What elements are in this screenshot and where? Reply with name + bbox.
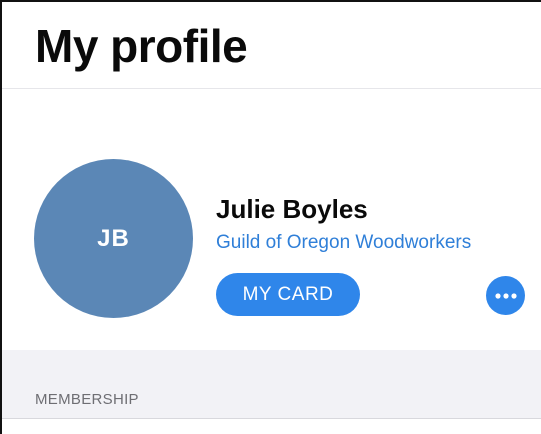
my-card-button[interactable]: MY CARD: [216, 273, 360, 316]
membership-section-label: MEMBERSHIP: [35, 391, 139, 408]
profile-screen: My profile JB Julie Boyles Guild of Oreg…: [0, 0, 541, 434]
avatar-initials: JB: [97, 224, 130, 252]
page-title: My profile: [35, 20, 248, 72]
profile-card: JB Julie Boyles Guild of Oregon Woodwork…: [2, 89, 541, 350]
organization-link[interactable]: Guild of Oregon Woodworkers: [216, 231, 471, 255]
more-options-button[interactable]: [486, 276, 525, 315]
more-horizontal-icon: [494, 292, 517, 299]
header: My profile: [2, 2, 541, 89]
membership-section-body: [2, 419, 541, 434]
user-name: Julie Boyles: [216, 194, 368, 224]
avatar[interactable]: JB: [34, 159, 193, 318]
